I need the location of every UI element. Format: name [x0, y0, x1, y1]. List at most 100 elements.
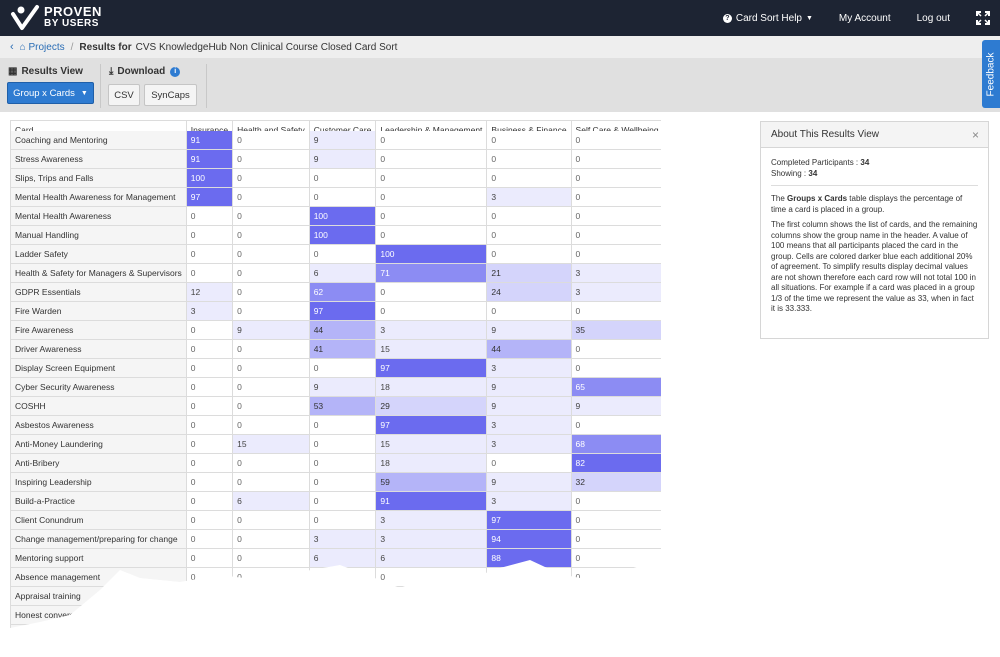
card-name-cell[interactable]: Display Screen Equipment: [10, 358, 187, 378]
card-name-cell[interactable]: Coaching and Mentoring: [10, 130, 187, 150]
table-row: COSHH 0 0 53 29 9 9: [10, 396, 661, 416]
percentage-cell: 0: [232, 130, 310, 150]
percentage-cell: 0: [232, 358, 310, 378]
percentage-cell: 0: [232, 206, 310, 226]
breadcrumb: ‹ ⌂ Projects / Results for CVS Knowledge…: [0, 36, 1000, 58]
percentage-cell: 35: [570, 320, 661, 340]
table-row: Cyber Security Awareness 0 0 9 18 9 65: [10, 377, 661, 397]
card-name-cell[interactable]: COSHH: [10, 396, 187, 416]
home-icon[interactable]: ⌂: [20, 42, 29, 53]
back-chevron-icon[interactable]: ‹: [10, 41, 14, 53]
percentage-cell: 3: [308, 529, 377, 549]
toolbar-divider: [206, 64, 207, 108]
percentage-cell: 9: [486, 472, 572, 492]
table-row: GDPR Essentials 12 0 62 0 24 3: [10, 282, 661, 302]
feedback-tab[interactable]: Feedback: [982, 40, 1000, 108]
percentage-cell: 0: [375, 225, 488, 245]
percentage-cell: 0: [185, 453, 234, 473]
percentage-cell: 82: [570, 453, 661, 473]
percentage-cell: 97: [375, 415, 488, 435]
percentage-cell: 41: [308, 339, 377, 359]
percentage-cell: 0: [570, 130, 661, 150]
percentage-cell: 9: [308, 130, 377, 150]
card-name-cell[interactable]: Inspiring Leadership: [10, 472, 187, 492]
card-name-cell[interactable]: Driver Awareness: [10, 339, 187, 359]
csv-button[interactable]: CSV: [108, 84, 140, 106]
completed-participants: Completed Participants : 34: [771, 158, 870, 167]
percentage-cell: 3: [486, 491, 572, 511]
percentage-cell: 0: [185, 529, 234, 549]
percentage-cell: 100: [308, 225, 377, 245]
fullscreen-icon[interactable]: [976, 11, 990, 25]
percentage-cell: 91: [185, 149, 234, 169]
percentage-cell: 0: [375, 149, 488, 169]
brand-logo[interactable]: PROVEN BY USERS: [10, 4, 102, 32]
logout-link[interactable]: Log out: [917, 13, 950, 24]
card-name-cell[interactable]: Mental Health Awareness: [10, 206, 187, 226]
percentage-cell: 0: [486, 168, 572, 188]
percentage-cell: 9: [570, 396, 661, 416]
card-name-cell[interactable]: Fire Warden: [10, 301, 187, 321]
percentage-cell: 0: [185, 263, 234, 283]
percentage-cell: 9: [232, 320, 310, 340]
percentage-cell: 0: [185, 491, 234, 511]
card-name-cell[interactable]: Client Conundrum: [10, 510, 187, 530]
percentage-cell: 0: [375, 187, 488, 207]
table-row: Anti-Bribery 0 0 0 18 0 82: [10, 453, 661, 473]
percentage-cell: 0: [232, 415, 310, 435]
percentage-cell: 0: [232, 529, 310, 549]
my-account-link[interactable]: My Account: [839, 13, 891, 24]
percentage-cell: 0: [232, 244, 310, 264]
percentage-cell: 9: [308, 149, 377, 169]
percentage-cell: 0: [375, 301, 488, 321]
card-name-cell[interactable]: Health & Safety for Managers & Superviso…: [10, 263, 187, 283]
results-for-label: Results for: [79, 41, 132, 53]
breadcrumb-projects-link[interactable]: Projects: [29, 42, 65, 53]
card-name-cell[interactable]: Anti-Money Laundering: [10, 434, 187, 454]
percentage-cell: 0: [185, 225, 234, 245]
percentage-cell: 3: [570, 263, 661, 283]
percentage-cell: 0: [570, 301, 661, 321]
brand-line1: PROVEN: [44, 4, 102, 19]
card-name-cell[interactable]: Stress Awareness: [10, 149, 187, 169]
card-name-cell[interactable]: Anti-Bribery: [10, 453, 187, 473]
percentage-cell: 0: [570, 187, 661, 207]
percentage-cell: 3: [375, 320, 488, 340]
card-name-cell[interactable]: GDPR Essentials: [10, 282, 187, 302]
percentage-cell: 3: [486, 415, 572, 435]
percentage-cell: 0: [486, 130, 572, 150]
percentage-cell: 0: [185, 377, 234, 397]
percentage-cell: 0: [570, 206, 661, 226]
group-x-cards-label: Group x Cards: [13, 87, 75, 99]
percentage-cell: 97: [308, 301, 377, 321]
percentage-cell: 0: [232, 339, 310, 359]
feedback-label: Feedback: [985, 52, 997, 96]
card-name-cell[interactable]: Cyber Security Awareness: [10, 377, 187, 397]
percentage-cell: 68: [570, 434, 661, 454]
card-name-cell[interactable]: Ladder Safety: [10, 244, 187, 264]
card-name-cell[interactable]: Slips, Trips and Falls: [10, 168, 187, 188]
table-row: Slips, Trips and Falls 100 0 0 0 0 0: [10, 168, 661, 188]
percentage-cell: 0: [232, 168, 310, 188]
percentage-cell: 0: [570, 149, 661, 169]
percentage-cell: 3: [375, 529, 488, 549]
close-icon[interactable]: ×: [972, 128, 979, 142]
card-name-cell[interactable]: Fire Awareness: [10, 320, 187, 340]
about-divider: [771, 185, 978, 186]
grid-icon: ▦: [8, 66, 18, 77]
card-name-cell[interactable]: Mental Health Awareness for Management: [10, 187, 187, 207]
card-name-cell[interactable]: Manual Handling: [10, 225, 187, 245]
card-name-cell[interactable]: Change management/preparing for change: [10, 529, 187, 549]
percentage-cell: 97: [375, 358, 488, 378]
percentage-cell: 0: [185, 510, 234, 530]
info-icon[interactable]: i: [170, 66, 181, 77]
group-x-cards-dropdown[interactable]: Group x Cards ▼: [7, 82, 94, 104]
table-row: Mental Health Awareness for Management 97…: [10, 187, 661, 207]
percentage-cell: 3: [185, 301, 234, 321]
percentage-cell: 0: [486, 149, 572, 169]
card-sort-help-menu[interactable]: ? Card Sort Help ▼: [722, 13, 813, 24]
card-name-cell[interactable]: Asbestos Awareness: [10, 415, 187, 435]
card-name-cell[interactable]: Build-a-Practice: [10, 491, 187, 511]
syncaps-button[interactable]: SynCaps: [144, 84, 197, 106]
caret-down-icon: ▼: [80, 89, 88, 97]
